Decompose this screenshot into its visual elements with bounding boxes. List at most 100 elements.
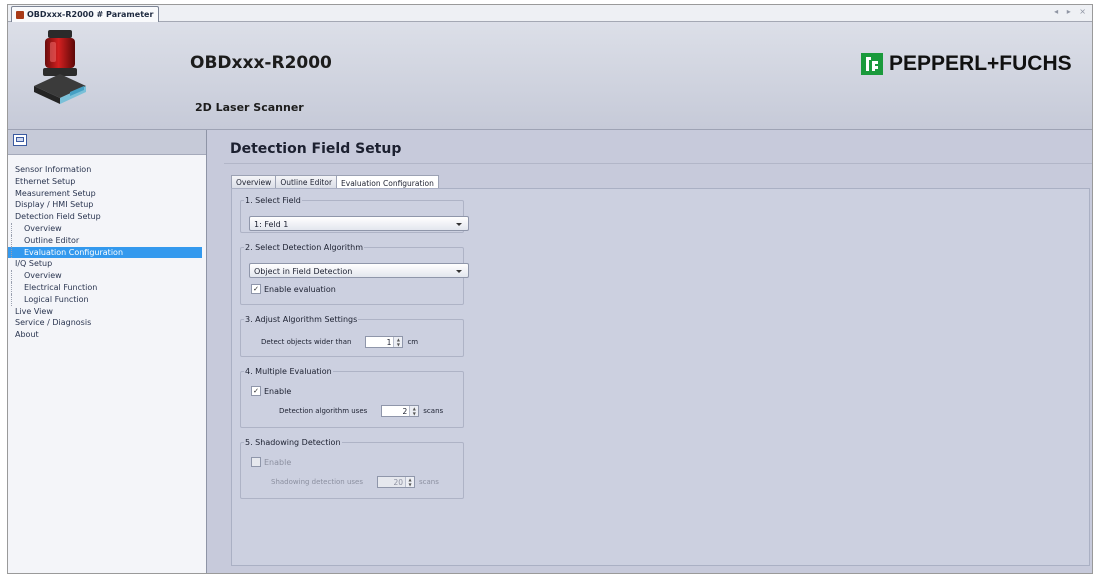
scan-count-label: Detection algorithm uses <box>279 407 368 415</box>
checkbox-unchecked-icon[interactable] <box>251 457 261 467</box>
scan-count-spinner[interactable]: 2 ▲ ▼ <box>381 405 420 417</box>
object-width-label: Detect objects wider than <box>261 338 352 346</box>
sidebar-item[interactable]: Detection Field Setup <box>8 211 206 223</box>
tab-controls[interactable]: ◂ ▸ × <box>1054 7 1089 16</box>
shadowing-scan-unit: scans <box>419 478 439 486</box>
algorithm-settings-legend: 3. Adjust Algorithm Settings <box>245 315 358 324</box>
brand-name: PEPPERL+FUCHS <box>889 52 1072 75</box>
sidebar-item-label: I/Q Setup <box>15 259 53 269</box>
spinner-arrows-icon[interactable]: ▲ ▼ <box>409 406 419 416</box>
navigation-sidebar: Sensor Information Ethernet Setup Measurem… <box>8 130 207 573</box>
device-header: OBDxxx-R2000 2D Laser Scanner PEPPERL+FU… <box>8 22 1092 130</box>
window-toggle-icon[interactable] <box>13 134 27 146</box>
sidebar-item[interactable]: About <box>8 329 206 341</box>
multiple-evaluation-legend: 4. Multiple Evaluation <box>245 367 332 376</box>
shadowing-scan-value: 20 <box>393 478 403 487</box>
device-subtitle: 2D Laser Scanner <box>195 101 304 114</box>
multiple-evaluation-enable-checkbox[interactable]: ✓ Enable <box>251 386 291 396</box>
evaluation-configuration-panel: 1. Select Field 1: Feld 1 2. Select Dete… <box>231 188 1090 566</box>
document-tab[interactable]: OBDxxx-R2000 # Parameter <box>11 6 160 22</box>
sidebar-item-label: Display / HMI Setup <box>15 200 94 210</box>
object-width-value: 1 <box>386 338 392 347</box>
sidebar-item-label: Overview <box>24 223 62 233</box>
tree-connector <box>11 293 13 306</box>
scan-count-unit: scans <box>423 407 444 415</box>
sidebar-item-label: Outline Editor <box>24 235 80 245</box>
sidebar-item[interactable]: Sensor Information <box>8 164 206 176</box>
sidebar-item[interactable]: Ethernet Setup <box>8 176 206 188</box>
title-divider <box>224 163 1092 164</box>
checkbox-checked-icon[interactable]: ✓ <box>251 386 261 396</box>
multiple-evaluation-group: 4. Multiple Evaluation ✓ Enable Detectio… <box>240 367 464 428</box>
tree-connector <box>11 222 13 235</box>
navigation-tree: Sensor Information Ethernet Setup Measurem… <box>8 155 206 341</box>
field-select[interactable]: 1: Feld 1 <box>249 216 469 231</box>
dropdown-arrow-icon <box>456 270 462 273</box>
tree-connector <box>11 281 13 294</box>
page-title: Detection Field Setup <box>230 141 402 157</box>
brand-logo: PEPPERL+FUCHS <box>861 52 1072 76</box>
sidebar-item-label: Electrical Function <box>24 282 98 292</box>
shadowing-detection-group: 5. Shadowing Detection Enable Shadowing … <box>240 438 464 499</box>
dropdown-arrow-icon <box>456 223 462 226</box>
sidebar-item-label: Ethernet Setup <box>15 176 76 186</box>
application-window: OBDxxx-R2000 # Parameter ◂ ▸ × OBDxxx-R2… <box>7 4 1093 574</box>
sidebar-item[interactable]: Display / HMI Setup <box>8 199 206 211</box>
spinner-arrows-icon[interactable]: ▲ ▼ <box>405 477 414 487</box>
shadowing-scan-label: Shadowing detection uses <box>271 478 363 486</box>
tree-connector <box>11 270 13 282</box>
sidebar-item[interactable]: Electrical Function <box>8 281 206 294</box>
device-title: OBDxxx-R2000 <box>190 53 332 73</box>
sidebar-item-label: Logical Function <box>24 294 89 304</box>
sidebar-item[interactable]: Overview <box>8 222 206 235</box>
checkbox-checked-icon[interactable]: ✓ <box>251 284 261 294</box>
select-field-group: 1. Select Field 1: Feld 1 <box>240 196 469 233</box>
document-tab-label: OBDxxx-R2000 # Parameter <box>27 10 154 19</box>
sidebar-item[interactable]: Service / Diagnosis <box>8 317 206 329</box>
document-tab-bar: OBDxxx-R2000 # Parameter ◂ ▸ × <box>8 5 1092 22</box>
sidebar-item-label: Measurement Setup <box>15 188 96 198</box>
sidebar-item-label: About <box>15 330 39 340</box>
algorithm-select-value: Object in Field Detection <box>254 267 353 276</box>
sidebar-item-label: Service / Diagnosis <box>15 318 92 328</box>
sidebar-item-label: Sensor Information <box>15 165 92 174</box>
pepperl-fuchs-logo-icon <box>861 53 883 75</box>
sidebar-item[interactable]: Overview <box>8 270 206 282</box>
detection-algorithm-group: 2. Select Detection Algorithm Object in … <box>240 243 469 305</box>
sidebar-item-label: Detection Field Setup <box>15 212 101 222</box>
device-icon <box>16 10 24 19</box>
shadowing-enable-checkbox[interactable]: Enable <box>251 457 291 467</box>
sidebar-item[interactable]: Live View <box>8 306 206 318</box>
select-field-legend: 1. Select Field <box>245 196 301 205</box>
scan-count-value: 2 <box>402 407 408 416</box>
tree-connector <box>11 246 13 259</box>
sidebar-item[interactable]: I/Q Setup <box>8 258 206 270</box>
sidebar-item-label: Evaluation Configuration <box>24 247 124 257</box>
sidebar-item-label: Overview <box>24 271 62 281</box>
sidebar-header <box>8 130 206 155</box>
shadowing-scan-spinner[interactable]: 20 ▲ ▼ <box>377 476 415 488</box>
sidebar-item[interactable]: Logical Function <box>8 293 206 306</box>
field-select-value: 1: Feld 1 <box>254 220 289 229</box>
shadowing-scan-row: Shadowing detection uses 20 ▲ ▼ scans <box>271 476 439 488</box>
sidebar-item[interactable]: Outline Editor <box>8 234 206 247</box>
multiple-evaluation-enable-label: Enable <box>264 386 292 396</box>
detection-algorithm-legend: 2. Select Detection Algorithm <box>245 243 363 252</box>
object-width-unit: cm <box>407 338 419 346</box>
enable-evaluation-checkbox[interactable]: ✓ Enable evaluation <box>251 284 336 294</box>
algorithm-settings-group: 3. Adjust Algorithm Settings Detect obje… <box>240 315 464 357</box>
sidebar-item[interactable]: Evaluation Configuration <box>8 246 202 259</box>
object-width-spinner[interactable]: 1 ▲ ▼ <box>365 336 404 348</box>
scan-count-row: Detection algorithm uses 2 ▲ ▼ scans <box>279 405 443 417</box>
object-width-row: Detect objects wider than 1 ▲ ▼ cm <box>261 336 418 348</box>
shadowing-enable-label: Enable <box>264 457 292 467</box>
shadowing-detection-legend: 5. Shadowing Detection <box>245 438 341 447</box>
sidebar-item-label: Live View <box>15 306 53 316</box>
laser-scanner-image <box>34 30 86 104</box>
tree-connector <box>11 234 13 247</box>
spinner-arrows-icon[interactable]: ▲ ▼ <box>393 337 403 347</box>
algorithm-select[interactable]: Object in Field Detection <box>249 263 469 278</box>
sidebar-item[interactable]: Measurement Setup <box>8 188 206 200</box>
main-content: Detection Field Setup Overview Outline E… <box>207 130 1092 573</box>
enable-evaluation-label: Enable evaluation <box>264 284 336 294</box>
